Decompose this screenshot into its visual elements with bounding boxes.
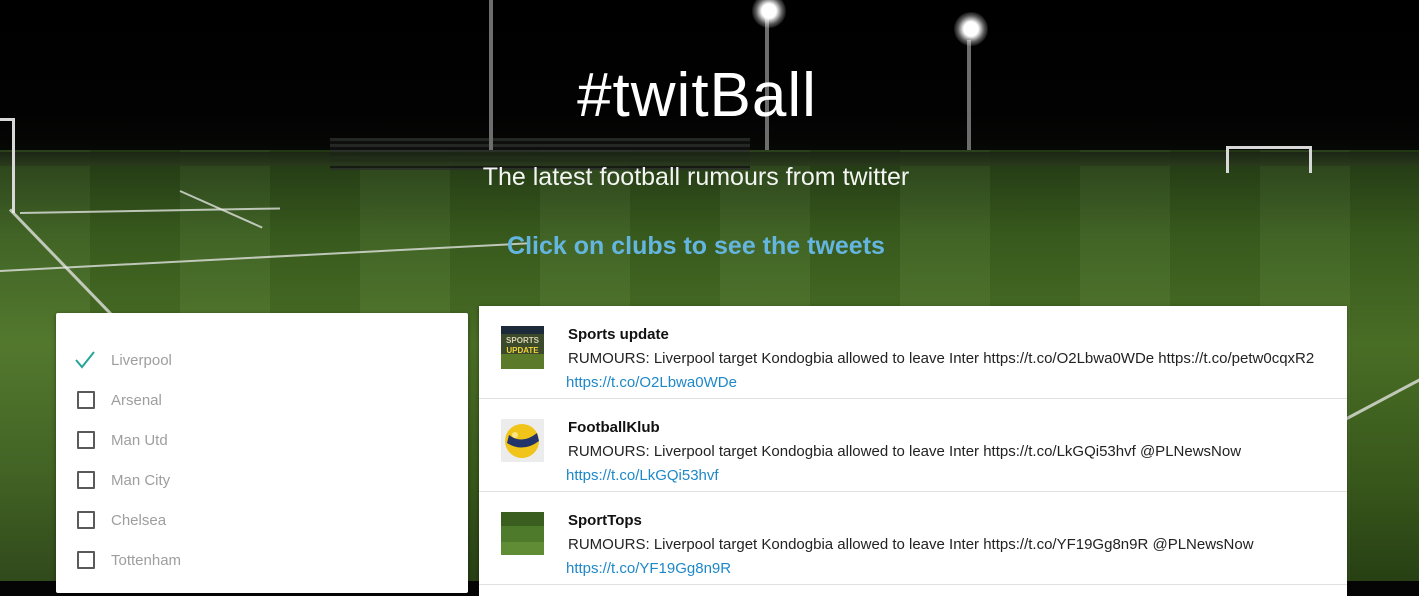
tweet-text: RUMOURS: Liverpool target Kondogbia allo… bbox=[568, 536, 1254, 553]
floodlight-icon bbox=[954, 12, 988, 46]
football-avatar bbox=[501, 419, 544, 462]
club-label: Liverpool bbox=[111, 351, 172, 369]
checkbox-icon[interactable] bbox=[77, 391, 95, 409]
tweet-link[interactable]: https://t.co/LkGQi53hvf bbox=[566, 467, 719, 484]
avatar-text: SPORTS bbox=[506, 336, 540, 345]
sports-update-avatar: SPORTS UPDATE bbox=[501, 326, 544, 369]
tweet-link[interactable]: https://t.co/O2Lbwa0WDe bbox=[566, 374, 737, 391]
tweet-author[interactable]: FootballKlub bbox=[568, 419, 660, 436]
club-option-man-city[interactable]: Man City bbox=[74, 468, 170, 492]
tweet-author[interactable]: SportTops bbox=[568, 512, 642, 529]
checkbox-icon[interactable] bbox=[77, 551, 95, 569]
club-option-liverpool[interactable]: Liverpool bbox=[74, 348, 172, 372]
checkbox-icon[interactable] bbox=[77, 511, 95, 529]
club-filter-panel: Liverpool Arsenal Man Utd Man City Chels… bbox=[56, 313, 468, 593]
checkbox-checked-icon[interactable] bbox=[74, 349, 96, 371]
page-subtitle: The latest football rumours from twitter bbox=[482, 163, 910, 191]
tweet-list: SPORTS UPDATE Sports update RUMOURS: Liv… bbox=[479, 306, 1347, 596]
tweet-text: RUMOURS: Liverpool target Kondogbia allo… bbox=[568, 350, 1315, 367]
club-option-chelsea[interactable]: Chelsea bbox=[74, 508, 166, 532]
page-title: #twitBall bbox=[577, 61, 817, 130]
tweet-item: SportTops RUMOURS: Liverpool target Kond… bbox=[479, 492, 1347, 585]
checkbox-icon[interactable] bbox=[77, 431, 95, 449]
club-option-man-utd[interactable]: Man Utd bbox=[74, 428, 168, 452]
club-label: Arsenal bbox=[111, 391, 162, 409]
club-label: Chelsea bbox=[111, 511, 167, 529]
club-label: Man Utd bbox=[111, 431, 168, 449]
tweet-item: SPORTS UPDATE Sports update RUMOURS: Liv… bbox=[479, 306, 1347, 399]
grass-avatar bbox=[501, 512, 544, 555]
tweet-item: FootballKlub RUMOURS: Liverpool target K… bbox=[479, 399, 1347, 492]
club-option-arsenal[interactable]: Arsenal bbox=[74, 388, 162, 412]
club-label: Man City bbox=[111, 471, 171, 489]
club-option-tottenham[interactable]: Tottenham bbox=[74, 548, 181, 572]
tweet-text: RUMOURS: Liverpool target Kondogbia allo… bbox=[568, 443, 1242, 460]
avatar-text: UPDATE bbox=[506, 346, 539, 355]
tweet-link[interactable]: https://t.co/YF19Gg8n9R bbox=[566, 560, 731, 577]
checkbox-icon[interactable] bbox=[77, 471, 95, 489]
instruction-text: Click on clubs to see the tweets bbox=[507, 232, 885, 260]
tweet-author[interactable]: Sports update bbox=[568, 326, 669, 343]
club-label: Tottenham bbox=[111, 551, 182, 569]
